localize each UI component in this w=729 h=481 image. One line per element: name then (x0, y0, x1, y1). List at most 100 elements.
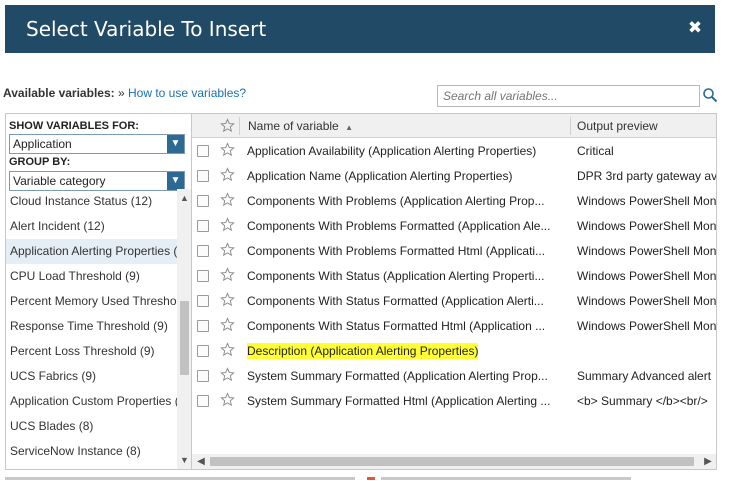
table-row[interactable]: System Summary Formatted Html (Applicati… (192, 389, 716, 414)
category-item[interactable]: Percent Loss Threshold (9) (6, 339, 177, 364)
category-item[interactable]: ServiceNow Instance (8) (6, 439, 177, 464)
category-item[interactable]: CPU Load Threshold (9) (6, 264, 177, 289)
variable-name-cell: System Summary Formatted (Application Al… (247, 364, 569, 389)
star-icon[interactable] (220, 317, 235, 332)
scroll-right-icon[interactable]: ▶ (701, 454, 715, 469)
star-icon[interactable] (220, 192, 235, 207)
star-icon[interactable] (220, 367, 235, 382)
close-icon[interactable]: ✖ (686, 19, 704, 37)
row-checkbox[interactable] (197, 295, 209, 307)
table-row[interactable]: Description (Application Alerting Proper… (192, 339, 716, 364)
scrollbar-thumb[interactable] (210, 457, 694, 466)
horizontal-scrollbar[interactable]: ◀ ▶ (192, 454, 716, 469)
group-by-select[interactable]: Variable category ▼ (9, 171, 185, 191)
output-preview-cell (577, 339, 716, 364)
output-preview-cell: Summary Advanced alert (577, 369, 712, 383)
search-icon[interactable] (702, 87, 718, 103)
scroll-up-icon[interactable]: ▲ (177, 191, 191, 205)
table-header: Name of variable ▲ Output preview (192, 114, 716, 138)
table-row[interactable]: Components With Problems Formatted (Appl… (192, 214, 716, 239)
star-icon[interactable] (220, 242, 235, 257)
variable-name: Components With Problems Formatted (Appl… (247, 219, 551, 233)
row-checkbox[interactable] (197, 370, 209, 382)
row-checkbox[interactable] (197, 270, 209, 282)
star-icon[interactable] (220, 392, 235, 407)
row-checkbox[interactable] (197, 245, 209, 257)
star-icon[interactable] (220, 118, 235, 133)
variable-name-cell: Application Name (Application Alerting P… (247, 164, 569, 189)
variable-name: Description (Application Alerting Proper… (247, 343, 479, 359)
dialog-title: Select Variable To Insert (26, 17, 267, 41)
variable-name: Components With Status (Application Aler… (247, 269, 545, 283)
output-preview-cell: DPR 3rd party gateway av (577, 169, 717, 183)
category-item-selected[interactable]: Application Alerting Properties (10) (6, 239, 177, 264)
variable-name: System Summary Formatted (Application Al… (247, 369, 548, 383)
output-preview-cell: Windows PowerShell Mon (577, 269, 717, 283)
star-icon[interactable] (220, 142, 235, 157)
table-row[interactable]: Application Name (Application Alerting P… (192, 164, 717, 189)
variables-table: Name of variable ▲ Output preview Applic… (192, 113, 717, 470)
chevron-down-icon[interactable]: ▼ (167, 172, 184, 190)
table-row[interactable]: Application Availability (Application Al… (192, 139, 716, 164)
row-checkbox[interactable] (197, 345, 209, 357)
scroll-left-icon[interactable]: ◀ (194, 454, 208, 469)
variable-name: Components With Status Formatted (Applic… (247, 294, 544, 308)
category-item[interactable]: Application Custom Properties (9) (6, 389, 177, 414)
star-icon[interactable] (220, 342, 235, 357)
column-separator (239, 117, 240, 135)
variable-name-cell: Components With Problems Formatted Html … (247, 239, 569, 264)
row-checkbox[interactable] (197, 170, 209, 182)
row-checkbox[interactable] (197, 320, 209, 332)
row-checkbox[interactable] (197, 220, 209, 232)
table-row[interactable]: Components With Status (Application Aler… (192, 264, 717, 289)
star-icon[interactable] (220, 267, 235, 282)
column-header-output[interactable]: Output preview (577, 114, 658, 138)
table-row[interactable]: Components With Problems (Application Al… (192, 189, 716, 214)
footer-line (5, 477, 355, 480)
star-icon[interactable] (220, 292, 235, 307)
output-preview-cell: Windows PowerShell Mon (577, 294, 717, 308)
variable-name: Application Name (Application Alerting P… (247, 169, 513, 183)
variable-name: Components With Problems (Application Al… (247, 194, 545, 208)
variable-name-cell: Components With Problems (Application Al… (247, 189, 569, 214)
row-checkbox[interactable] (197, 195, 209, 207)
variable-name-cell: Components With Status Formatted Html (A… (247, 314, 569, 339)
table-row[interactable]: Components With Problems Formatted Html … (192, 239, 717, 264)
search-input[interactable] (437, 85, 700, 107)
variable-name-cell: Components With Problems Formatted (Appl… (247, 214, 569, 239)
category-item[interactable]: UCS Blades (8) (6, 414, 177, 439)
footer-text-cut (5, 474, 705, 481)
variable-name-cell: Components With Status Formatted (Applic… (247, 289, 569, 314)
variable-name: Components With Problems Formatted Html … (247, 244, 546, 258)
how-to-use-variables-link[interactable]: How to use variables? (128, 86, 246, 100)
variable-name: System Summary Formatted Html (Applicati… (247, 394, 551, 408)
column-name-label: Name of variable (248, 119, 339, 133)
output-preview-cell: Windows PowerShell Mon (577, 244, 717, 258)
category-item[interactable]: Cloud Instance Status (12) (6, 189, 177, 214)
star-icon[interactable] (220, 217, 235, 232)
row-checkbox[interactable] (197, 145, 209, 157)
scrollbar-thumb[interactable] (180, 301, 189, 375)
footer-line (381, 477, 631, 480)
category-item[interactable]: UCS Fabrics (9) (6, 364, 177, 389)
dialog-titlebar: Select Variable To Insert ✖ (5, 5, 715, 53)
category-item[interactable]: Alert Incident (12) (6, 214, 177, 239)
star-icon[interactable] (220, 167, 235, 182)
table-row[interactable]: Components With Status Formatted Html (A… (192, 314, 716, 339)
show-variables-for-select[interactable]: Application ▼ (9, 134, 185, 154)
group-by-label: GROUP BY: (9, 156, 71, 168)
scroll-down-icon[interactable]: ▼ (177, 453, 191, 467)
variable-name-cell: Description (Application Alerting Proper… (247, 339, 569, 364)
table-row[interactable]: System Summary Formatted (Application Al… (192, 364, 716, 389)
variable-name-cell: System Summary Formatted Html (Applicati… (247, 389, 569, 414)
category-scrollbar[interactable]: ▲ ▼ (177, 189, 191, 469)
variable-name-cell: Application Availability (Application Al… (247, 139, 569, 164)
column-header-name[interactable]: Name of variable ▲ (248, 114, 353, 138)
footer-dot (367, 477, 375, 480)
row-checkbox[interactable] (197, 395, 209, 407)
category-item[interactable]: Response Time Threshold (9) (6, 314, 177, 339)
table-row[interactable]: Components With Status Formatted (Applic… (192, 289, 717, 314)
show-variables-for-label: SHOW VARIABLES FOR: (9, 120, 139, 132)
chevron-down-icon[interactable]: ▼ (167, 135, 184, 153)
category-item[interactable]: Percent Memory Used Threshold (9) (6, 289, 177, 314)
